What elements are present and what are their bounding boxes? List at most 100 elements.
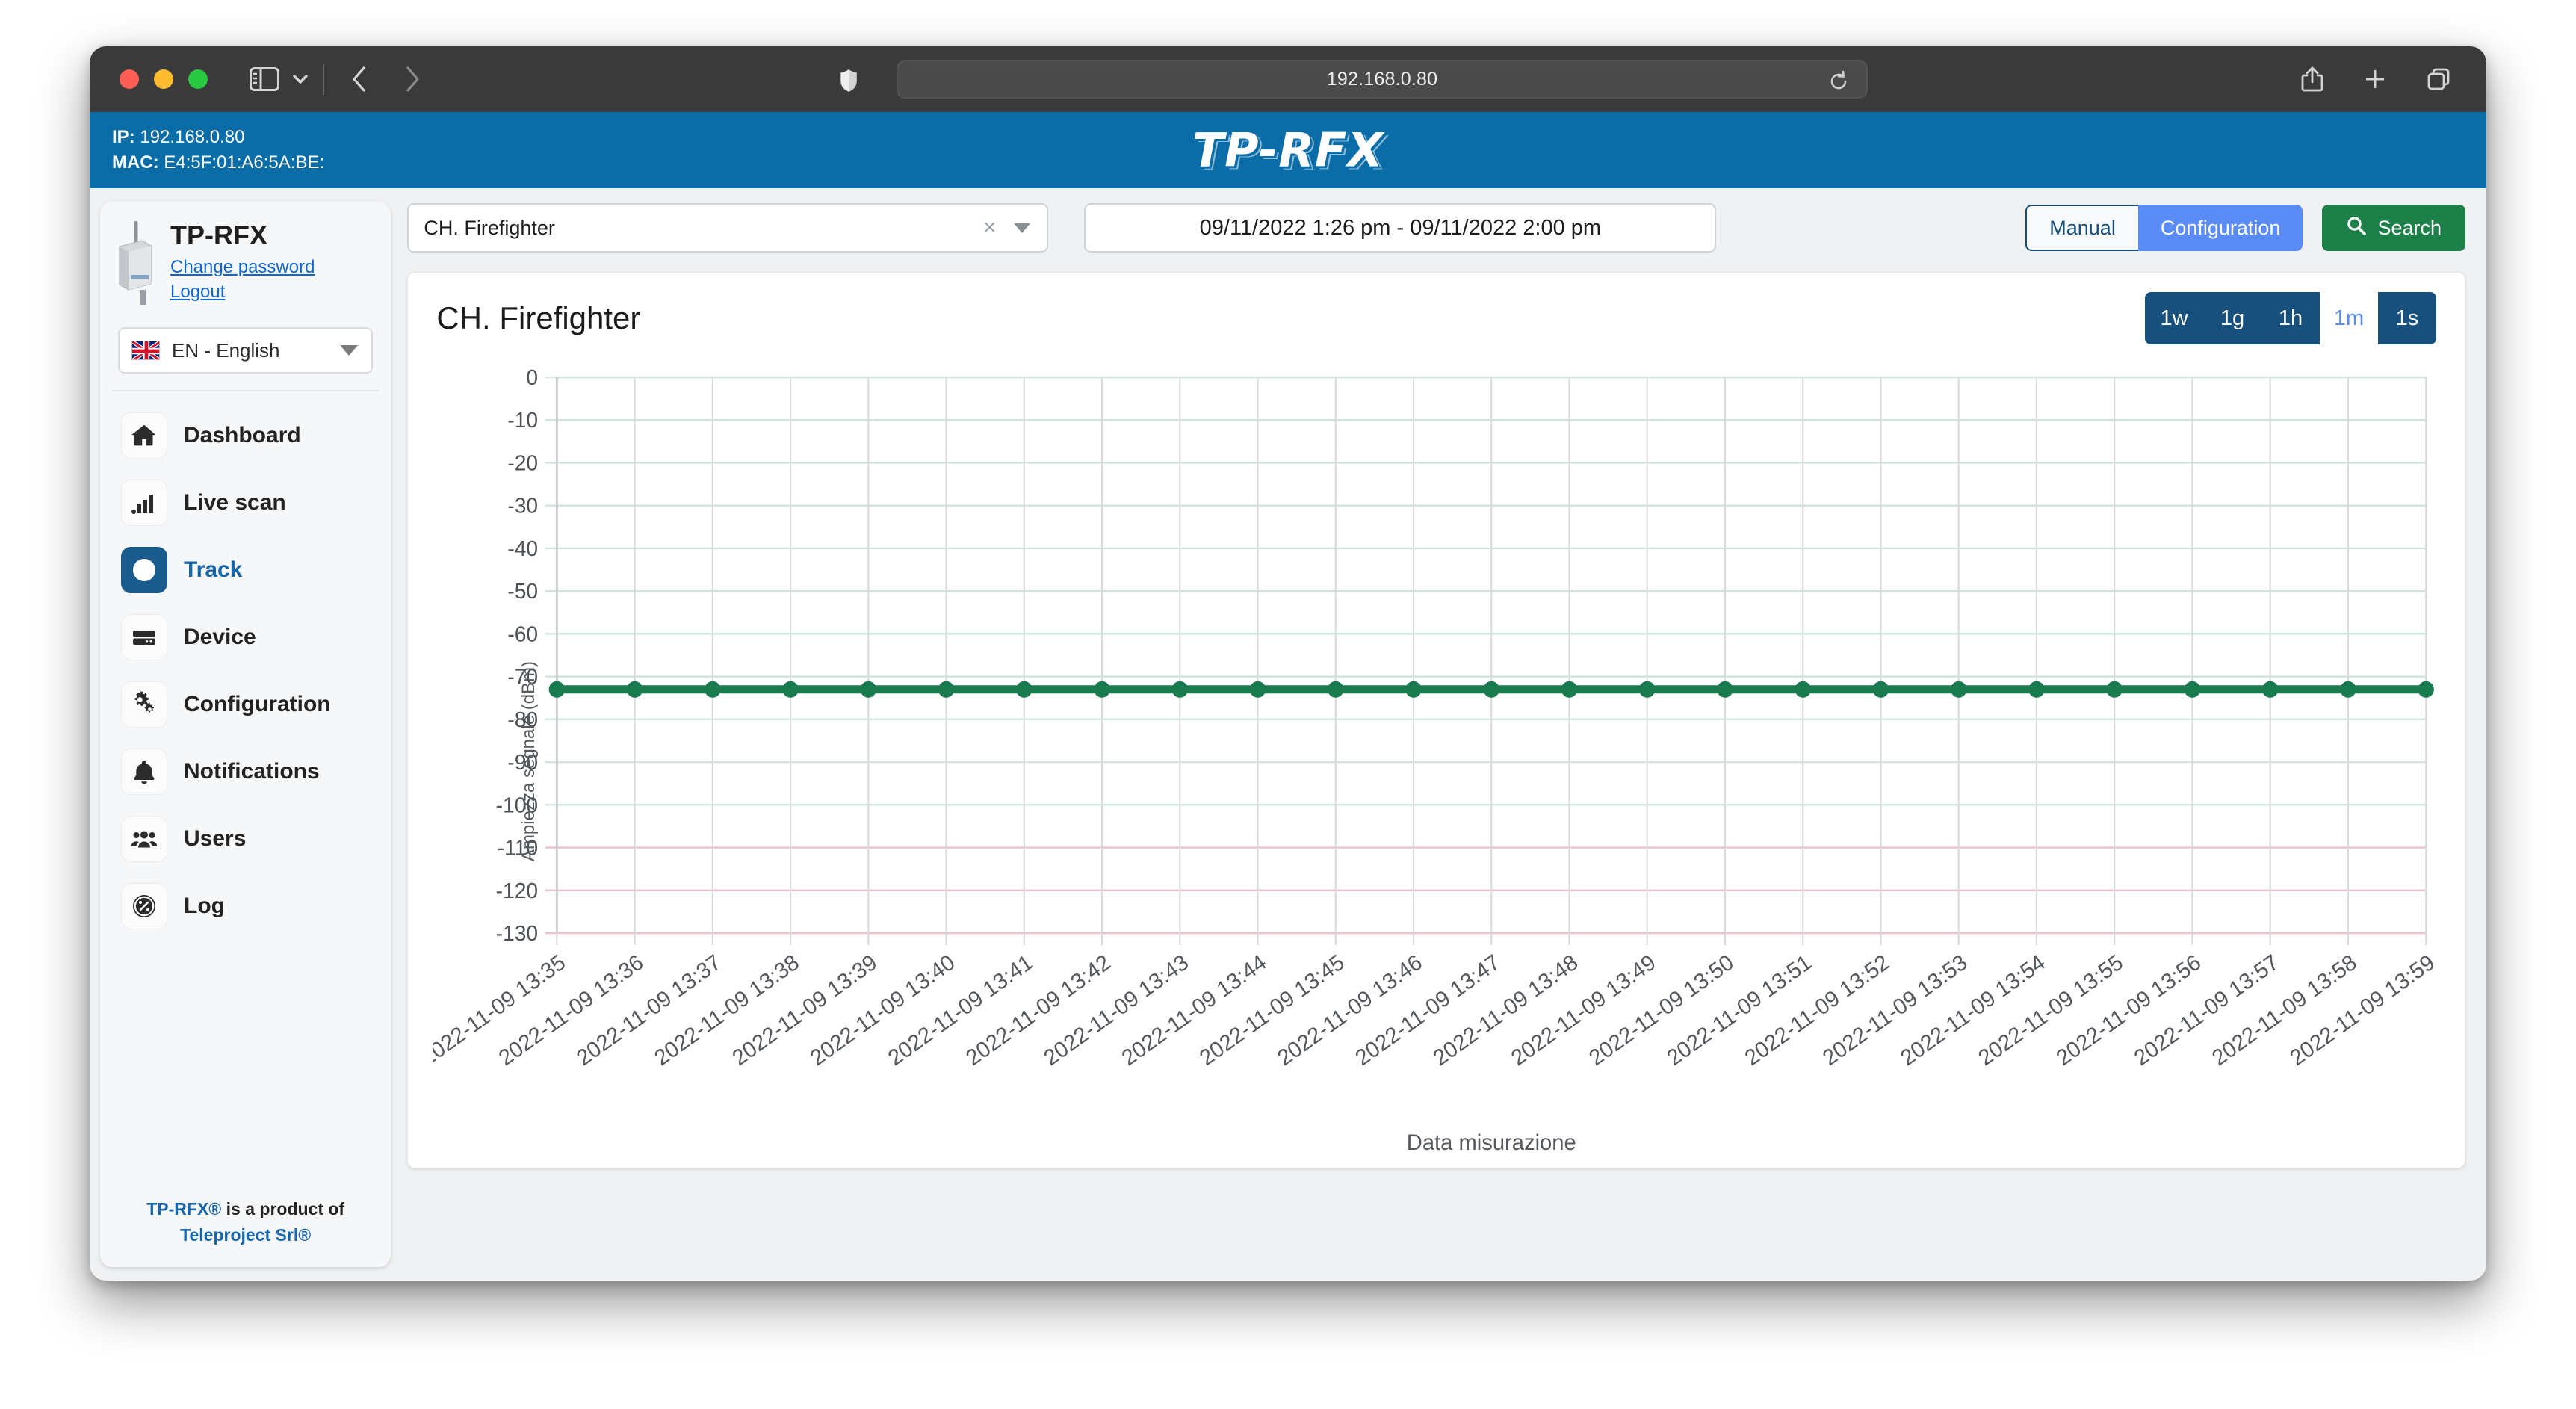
sidebar-item-notifications[interactable]: Notifications xyxy=(100,738,391,805)
range-button-1h[interactable]: 1h xyxy=(2261,292,2320,344)
svg-text:-10: -10 xyxy=(508,409,539,433)
sidebar-item-label: Notifications xyxy=(184,759,320,784)
window-controls xyxy=(120,69,208,89)
chart-title: CH. Firefighter xyxy=(436,300,641,335)
main-content: CH. Firefighter × 09/11/2022 1:26 pm - 0… xyxy=(391,188,2486,1281)
sidebar-item-track[interactable]: Track xyxy=(100,536,391,604)
search-icon xyxy=(2346,215,2367,241)
svg-text:2022-11-09 13:39: 2022-11-09 13:39 xyxy=(728,950,882,1071)
svg-text:2022-11-09 13:47: 2022-11-09 13:47 xyxy=(1352,950,1505,1071)
svg-text:2022-11-09 13:49: 2022-11-09 13:49 xyxy=(1507,950,1661,1071)
channel-select-value: CH. Firefighter xyxy=(424,216,555,239)
sidebar-item-label: Live scan xyxy=(184,490,286,515)
ip-label: IP: xyxy=(112,126,135,147)
chart-card-header: CH. Firefighter 1w 1g 1h 1m 1s xyxy=(408,273,2465,344)
chart-area: Ampiezza segnale (dBm) 0 -10 -20 -30 -40 -50 -… xyxy=(433,365,2439,1157)
svg-text:2022-11-09 13:45: 2022-11-09 13:45 xyxy=(1195,950,1349,1071)
range-button-1w[interactable]: 1w xyxy=(2145,292,2203,344)
bell-icon xyxy=(121,749,167,795)
svg-text:2022-11-09 13:36: 2022-11-09 13:36 xyxy=(495,950,648,1071)
range-button-1m[interactable]: 1m xyxy=(2320,292,2378,344)
sidebar-item-device[interactable]: Device xyxy=(100,604,391,671)
tabs-icon[interactable] xyxy=(2425,66,2452,93)
svg-text:2022-11-09 13:57: 2022-11-09 13:57 xyxy=(2130,950,2284,1071)
new-tab-icon[interactable] xyxy=(2362,66,2388,92)
device-network-info: IP: 192.168.0.80 MAC: E4:5F:01:A6:5A:BE: xyxy=(112,125,324,176)
svg-text:2022-11-09 13:42: 2022-11-09 13:42 xyxy=(962,950,1115,1071)
svg-text:2022-11-09 13:44: 2022-11-09 13:44 xyxy=(1118,950,1272,1071)
sidebar-item-log[interactable]: Log xyxy=(100,873,391,940)
shield-icon[interactable] xyxy=(839,69,858,93)
svg-text:2022-11-09 13:40: 2022-11-09 13:40 xyxy=(806,950,960,1071)
sidebar-item-dashboard[interactable]: Dashboard xyxy=(100,402,391,469)
svg-text:-50: -50 xyxy=(508,580,539,604)
svg-text:-120: -120 xyxy=(496,879,538,902)
chart-card: CH. Firefighter 1w 1g 1h 1m 1s Ampiezza segn… xyxy=(407,272,2465,1168)
svg-text:2022-11-09 13:58: 2022-11-09 13:58 xyxy=(2208,950,2362,1071)
app-body: TP-RFX Change password Logout EN - Engli… xyxy=(90,188,2486,1281)
filter-toolbar: CH. Firefighter × 09/11/2022 1:26 pm - 0… xyxy=(407,202,2465,254)
range-button-1s[interactable]: 1s xyxy=(2378,292,2436,344)
sidebar-item-live-scan[interactable]: Live scan xyxy=(100,469,391,536)
svg-text:-20: -20 xyxy=(508,451,539,475)
share-icon[interactable] xyxy=(2300,65,2325,93)
sidebar-header-text: TP-RFX Change password Logout xyxy=(170,221,315,304)
close-window-button[interactable] xyxy=(120,69,139,89)
svg-text:2022-11-09 13:56: 2022-11-09 13:56 xyxy=(2052,950,2206,1071)
signal-chart: 0-10-20-30-40-50-60-70-80-90-100-110-120… xyxy=(433,366,2439,1155)
mode-manual-button[interactable]: Manual xyxy=(2025,205,2138,251)
svg-text:2022-11-09 13:38: 2022-11-09 13:38 xyxy=(650,950,804,1071)
date-range-input[interactable]: 09/11/2022 1:26 pm - 09/11/2022 2:00 pm xyxy=(1084,203,1717,253)
svg-text:0: 0 xyxy=(527,366,539,390)
svg-text:2022-11-09 13:55: 2022-11-09 13:55 xyxy=(1975,950,2128,1071)
range-button-1g[interactable]: 1g xyxy=(2203,292,2261,344)
url-text: 192.168.0.80 xyxy=(1326,68,1438,90)
svg-text:2022-11-09 13:53: 2022-11-09 13:53 xyxy=(1818,950,1972,1071)
chevron-down-icon[interactable] xyxy=(290,71,311,87)
mac-value: E4:5F:01:A6:5A:BE: xyxy=(164,152,325,173)
users-icon xyxy=(121,816,167,862)
sidebar-item-label: Log xyxy=(184,894,225,918)
search-button[interactable]: Search xyxy=(2322,205,2465,251)
time-range-group: 1w 1g 1h 1m 1s xyxy=(2145,292,2436,344)
date-range-value: 09/11/2022 1:26 pm - 09/11/2022 2:00 pm xyxy=(1199,215,1602,240)
browser-chrome: 192.168.0.80 xyxy=(90,46,2486,112)
sidebar-icon[interactable] xyxy=(250,67,279,91)
svg-text:2022-11-09 13:48: 2022-11-09 13:48 xyxy=(1429,950,1583,1071)
sidebar-item-configuration[interactable]: Configuration xyxy=(100,671,391,738)
mode-configuration-button[interactable]: Configuration xyxy=(2137,205,2303,251)
sidebar-nav: Dashboard Live scan Track Device Configurati… xyxy=(100,399,391,1180)
sidebar-item-users[interactable]: Users xyxy=(100,805,391,873)
logout-link[interactable]: Logout xyxy=(170,279,315,304)
channel-select[interactable]: CH. Firefighter × xyxy=(407,203,1049,253)
sidebar-header: TP-RFX Change password Logout xyxy=(100,202,391,312)
device-illustration-icon xyxy=(114,220,160,305)
svg-text:2022-11-09 13:41: 2022-11-09 13:41 xyxy=(884,950,1038,1071)
sidebar-item-label: Device xyxy=(184,625,256,649)
svg-text:2022-11-09 13:52: 2022-11-09 13:52 xyxy=(1741,950,1895,1071)
reload-icon[interactable] xyxy=(1827,70,1850,98)
sidebar: TP-RFX Change password Logout EN - Engli… xyxy=(100,202,391,1267)
svg-text:-40: -40 xyxy=(508,537,539,561)
svg-text:2022-11-09 13:46: 2022-11-09 13:46 xyxy=(1273,950,1427,1071)
sidebar-item-label: Users xyxy=(184,826,247,851)
gauge-icon xyxy=(121,883,167,929)
chrome-divider xyxy=(323,64,324,95)
svg-text:-130: -130 xyxy=(496,922,538,946)
maximize-window-button[interactable] xyxy=(188,69,208,89)
gauge-icon xyxy=(121,547,167,593)
forward-icon[interactable] xyxy=(402,64,421,94)
svg-text:2022-11-09 13:54: 2022-11-09 13:54 xyxy=(1896,950,2050,1071)
clear-icon[interactable]: × xyxy=(983,217,997,239)
sidebar-item-label: Dashboard xyxy=(184,423,301,448)
language-select[interactable]: EN - English xyxy=(118,327,374,374)
change-password-link[interactable]: Change password xyxy=(170,255,315,279)
ip-value: 192.168.0.80 xyxy=(140,126,245,147)
back-icon[interactable] xyxy=(350,64,369,94)
server-icon xyxy=(121,614,167,660)
url-bar[interactable]: 192.168.0.80 xyxy=(897,60,1868,99)
chevron-down-icon[interactable] xyxy=(1014,223,1031,233)
footer-line2: Teleproject Srl® xyxy=(180,1224,312,1245)
chevron-down-icon[interactable] xyxy=(340,345,359,356)
minimize-window-button[interactable] xyxy=(154,69,173,89)
